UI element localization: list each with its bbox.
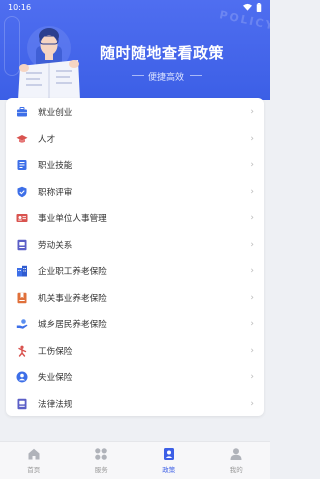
list-item-work-injury-insurance[interactable]: 工伤保险 › [6, 338, 264, 365]
list-item-label: 法律法规 [38, 399, 73, 410]
list-item-enterprise-pension[interactable]: 企业职工养老保险 › [6, 258, 264, 285]
building-icon [17, 266, 27, 277]
tab-label: 政策 [162, 466, 176, 474]
chevron-right-icon: › [250, 372, 254, 383]
list-item-label: 职称评审 [38, 187, 73, 198]
list-item-employment[interactable]: 就业创业 › [6, 99, 264, 126]
list-item-title-review[interactable]: 职称评审 › [6, 179, 264, 206]
list-item-label: 职业技能 [38, 161, 73, 172]
list-item-label: 企业职工养老保险 [38, 267, 107, 278]
tab-home[interactable]: 首页 [0, 442, 68, 479]
list-item-label: 事业单位人事管理 [38, 214, 107, 225]
badge-icon [17, 160, 27, 171]
tab-label: 首页 [27, 466, 41, 474]
chevron-right-icon: › [250, 107, 254, 118]
tab-services[interactable]: 服务 [68, 442, 136, 479]
profile-icon [230, 448, 242, 460]
bookmark-doc-icon [17, 292, 27, 303]
list-item-talent[interactable]: 人才 › [6, 126, 264, 153]
status-time: 10:16 [8, 2, 32, 12]
chevron-right-icon: › [250, 319, 254, 330]
list-item-government-pension[interactable]: 机关事业养老保险 › [6, 285, 264, 312]
battery-icon [256, 2, 262, 12]
list-item-label: 人才 [38, 134, 56, 145]
banner-divider-left [132, 75, 144, 76]
banner-divider-right [190, 75, 202, 76]
wifi-icon [243, 3, 252, 11]
document-icon [17, 239, 27, 250]
chevron-right-icon: › [250, 239, 254, 250]
tab-profile[interactable]: 我的 [203, 442, 271, 479]
list-item-label: 机关事业养老保险 [38, 293, 107, 304]
chevron-right-icon: › [250, 160, 254, 171]
list-item-labor-relations[interactable]: 劳动关系 › [6, 232, 264, 259]
law-book-icon [17, 398, 27, 409]
banner-title: 随时随地查看政策 [100, 44, 225, 62]
policy-banner: POLICY 随时随地查看政策 便捷高效 [0, 0, 270, 100]
bottom-tab-bar: 首页 服务 政策 我的 [0, 441, 270, 479]
tab-label: 服务 [94, 466, 108, 474]
grid-icon [95, 448, 108, 460]
chevron-right-icon: › [250, 398, 254, 409]
tab-policy[interactable]: 政策 [135, 442, 203, 479]
policy-category-list: 就业创业 › 人才 › 职业技能 › 职称评审 › 事业单位人事管理 › 劳动关… [6, 98, 264, 416]
status-bar: 10:16 [0, 0, 270, 14]
status-icons [243, 2, 262, 12]
list-item-vocational-skills[interactable]: 职业技能 › [6, 152, 264, 179]
tab-label: 我的 [229, 466, 243, 474]
policy-icon [163, 448, 174, 460]
list-item-resident-pension[interactable]: 城乡居民养老保险 › [6, 311, 264, 338]
chevron-right-icon: › [250, 266, 254, 277]
graduation-cap-icon [16, 134, 28, 143]
person-reading-illustration [18, 26, 80, 100]
list-item-label: 失业保险 [38, 373, 73, 384]
list-item-laws-regulations[interactable]: 法律法规 › [6, 391, 264, 418]
chevron-right-icon: › [250, 186, 254, 197]
id-card-icon [16, 214, 28, 223]
chevron-right-icon: › [250, 345, 254, 356]
list-item-label: 工伤保险 [38, 346, 73, 357]
shield-check-icon [17, 186, 27, 197]
list-item-public-institution-hr[interactable]: 事业单位人事管理 › [6, 205, 264, 232]
list-item-label: 城乡居民养老保险 [38, 320, 107, 331]
chevron-right-icon: › [250, 133, 254, 144]
hand-icon [16, 319, 28, 330]
list-item-label: 劳动关系 [38, 240, 73, 251]
injured-person-icon [18, 345, 27, 357]
chevron-right-icon: › [250, 292, 254, 303]
chevron-right-icon: › [250, 213, 254, 224]
briefcase-icon [17, 107, 27, 117]
home-icon [28, 448, 40, 460]
list-item-unemployment-insurance[interactable]: 失业保险 › [6, 364, 264, 391]
banner-subtitle: 便捷高效 [148, 73, 185, 83]
list-item-label: 就业创业 [38, 108, 73, 119]
person-circle-icon [16, 371, 28, 383]
